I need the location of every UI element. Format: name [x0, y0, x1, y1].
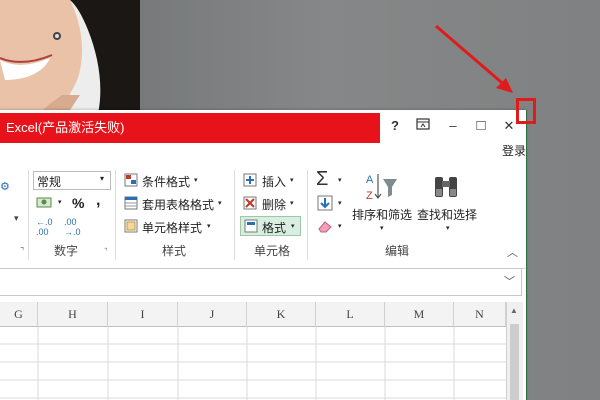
group-label-number: 数字 — [54, 244, 79, 258]
autosum-icon[interactable]: Σ — [316, 168, 328, 191]
insert-icon — [243, 173, 257, 192]
chevron-down-icon: ▾ — [291, 223, 295, 230]
format-icon — [244, 219, 258, 238]
collapse-ribbon-icon[interactable]: ︿ — [507, 244, 518, 260]
group-label-editing: 编辑 — [385, 244, 410, 258]
maximize-button[interactable]: □ — [470, 116, 492, 136]
format-label: 格式 — [262, 221, 287, 235]
group-label-styles: 样式 — [162, 244, 187, 258]
binoculars-icon — [432, 173, 460, 206]
cell-grid[interactable] — [0, 326, 506, 400]
column-headers: G H I J K L M N — [0, 302, 506, 327]
svg-text:Z: Z — [366, 190, 373, 202]
table-format-button[interactable]: 套用表格格式 — [142, 196, 214, 213]
minimize-button[interactable]: – — [442, 116, 464, 136]
chevron-down-icon[interactable]: ▾ — [194, 176, 198, 184]
formula-bar[interactable]: ﹀ — [0, 268, 522, 296]
column-header[interactable]: G — [0, 302, 38, 326]
column-header[interactable]: J — [178, 302, 247, 326]
dialog-launcher-icon[interactable]: ⌝ — [20, 246, 24, 257]
chevron-down-icon[interactable]: ▾ — [207, 222, 211, 230]
column-header[interactable]: K — [247, 302, 316, 326]
insert-button[interactable]: 插入 — [262, 173, 286, 190]
scroll-up-icon[interactable]: ▲ — [510, 306, 518, 315]
help-button[interactable]: ? — [384, 116, 406, 136]
chevron-down-icon[interactable]: ▾ — [218, 199, 222, 207]
clear-icon[interactable] — [317, 219, 333, 238]
number-format-value: 常规 — [37, 175, 62, 189]
chevron-down-icon[interactable]: ▾ — [380, 224, 384, 232]
login-link[interactable]: 登录 — [502, 142, 526, 159]
chevron-down-icon[interactable]: ▾ — [58, 198, 62, 206]
vertical-scrollbar[interactable]: ▲ — [506, 302, 523, 400]
decrease-decimal-icon[interactable]: .00 →.0 — [64, 217, 81, 237]
comma-button[interactable]: , — [96, 192, 100, 210]
find-select-button[interactable]: 查找和选择 — [417, 206, 477, 223]
conditional-format-button[interactable]: 条件格式 — [142, 173, 190, 190]
format-button[interactable]: 格式 ▾ — [240, 216, 301, 236]
cell-styles-icon — [124, 219, 138, 238]
ribbon-display-icon[interactable] — [412, 116, 434, 136]
cell-styles-button[interactable]: 单元格样式 — [142, 219, 202, 236]
chevron-down-icon[interactable]: ▾ — [338, 176, 342, 184]
chevron-down-icon[interactable]: ▾ — [290, 176, 294, 184]
svg-text:A: A — [366, 174, 374, 186]
chevron-down-icon[interactable]: ▾ — [290, 199, 294, 207]
chevron-down-icon[interactable]: ▾ — [446, 224, 450, 232]
group-label-cells: 单元格 — [254, 244, 291, 258]
sort-filter-icon: AZ — [364, 171, 400, 208]
delete-icon — [243, 196, 257, 215]
column-header[interactable]: I — [108, 302, 178, 326]
chevron-down-icon[interactable]: ▾ — [338, 222, 342, 230]
fill-icon[interactable] — [317, 195, 333, 216]
dialog-launcher-icon[interactable]: ⌝ — [104, 247, 108, 256]
format-painter-icon[interactable]: ⚙ — [0, 180, 10, 193]
conditional-format-icon — [124, 173, 138, 192]
expand-formula-bar-icon[interactable]: ﹀ — [504, 273, 515, 289]
sort-filter-button[interactable]: 排序和筛选 — [352, 206, 412, 223]
column-header[interactable]: H — [38, 302, 108, 326]
increase-decimal-icon[interactable]: ←.0.00 — [36, 217, 53, 237]
currency-icon[interactable] — [36, 195, 56, 214]
title-bar[interactable]: Excel(产品激活失败) — [0, 113, 380, 143]
column-header[interactable]: N — [454, 302, 506, 326]
percent-button[interactable]: % — [72, 195, 84, 211]
column-header[interactable]: M — [385, 302, 454, 326]
chevron-down-icon: ▾ — [100, 174, 105, 183]
scroll-thumb[interactable] — [510, 324, 519, 400]
delete-button[interactable]: 删除 — [262, 196, 286, 213]
column-header[interactable]: L — [316, 302, 385, 326]
chevron-down-icon[interactable]: ▾ — [14, 213, 19, 224]
highlight-box — [516, 98, 536, 124]
number-format-select[interactable]: 常规 ▾ — [33, 171, 111, 190]
window-title: Excel(产品激活失败) — [6, 120, 125, 135]
chevron-down-icon[interactable]: ▾ — [338, 199, 342, 207]
table-format-icon — [124, 196, 138, 215]
